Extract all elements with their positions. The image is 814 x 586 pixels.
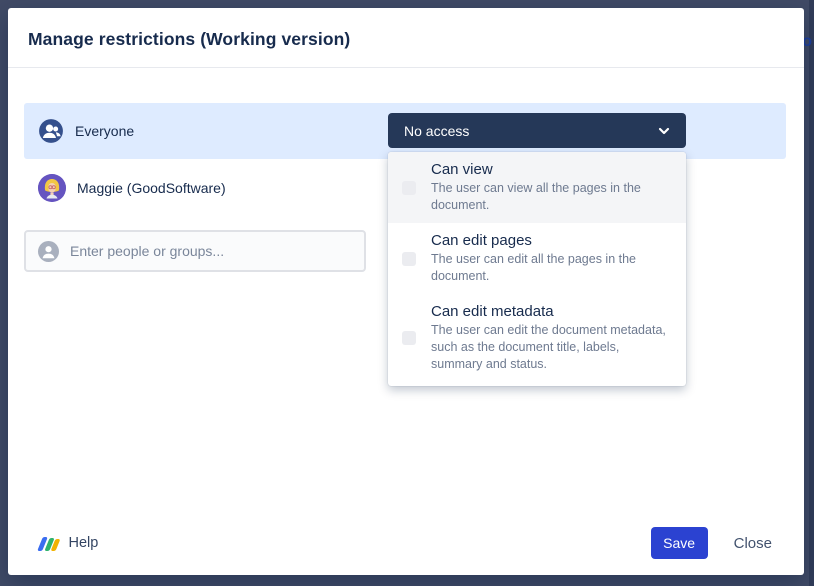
- help-label: Help: [69, 535, 99, 551]
- menu-item-description: The user can edit all the pages in the d…: [431, 251, 672, 285]
- checkbox-icon[interactable]: [402, 181, 416, 195]
- menu-item-title: Can edit pages: [431, 232, 672, 249]
- menu-item-title: Can view: [431, 161, 672, 178]
- menu-item-can-edit-pages[interactable]: Can edit pages The user can edit all the…: [388, 223, 686, 294]
- user-avatar: [38, 174, 66, 202]
- checkbox-icon[interactable]: [402, 252, 416, 266]
- save-button[interactable]: Save: [651, 527, 708, 559]
- dialog-title: Manage restrictions (Working version): [28, 29, 784, 50]
- dialog-footer: Help Save Close: [8, 519, 804, 575]
- menu-item-description: The user can view all the pages in the d…: [431, 180, 672, 214]
- everyone-label: Everyone: [75, 123, 134, 139]
- group-everyone-icon: [38, 118, 64, 144]
- menu-item-title: Can edit metadata: [431, 303, 672, 320]
- chevron-down-icon: [658, 127, 670, 135]
- people-picker-field[interactable]: [24, 230, 366, 272]
- menu-item-can-edit-metadata[interactable]: Can edit metadata The user can edit the …: [388, 294, 686, 382]
- people-picker-input[interactable]: [70, 243, 364, 259]
- goodsoftware-logo-icon: [40, 536, 60, 551]
- menu-item-can-view[interactable]: Can view The user can view all the pages…: [388, 152, 686, 223]
- manage-restrictions-dialog: Manage restrictions (Working version) Ev…: [8, 8, 804, 575]
- dialog-header: Manage restrictions (Working version): [8, 8, 804, 68]
- checkbox-icon[interactable]: [402, 331, 416, 345]
- access-level-value: No access: [404, 123, 469, 139]
- user-label: Maggie (GoodSoftware): [77, 180, 226, 196]
- backdrop-page-edge: [809, 0, 814, 586]
- close-button[interactable]: Close: [734, 535, 772, 552]
- restriction-row-user[interactable]: Maggie (GoodSoftware): [24, 161, 384, 215]
- access-level-dropdown-button[interactable]: No access: [388, 113, 686, 148]
- access-level-menu: Can view The user can view all the pages…: [388, 152, 686, 386]
- person-icon: [38, 241, 59, 262]
- help-link[interactable]: Help: [40, 535, 98, 551]
- menu-item-description: The user can edit the document metadata,…: [431, 322, 672, 373]
